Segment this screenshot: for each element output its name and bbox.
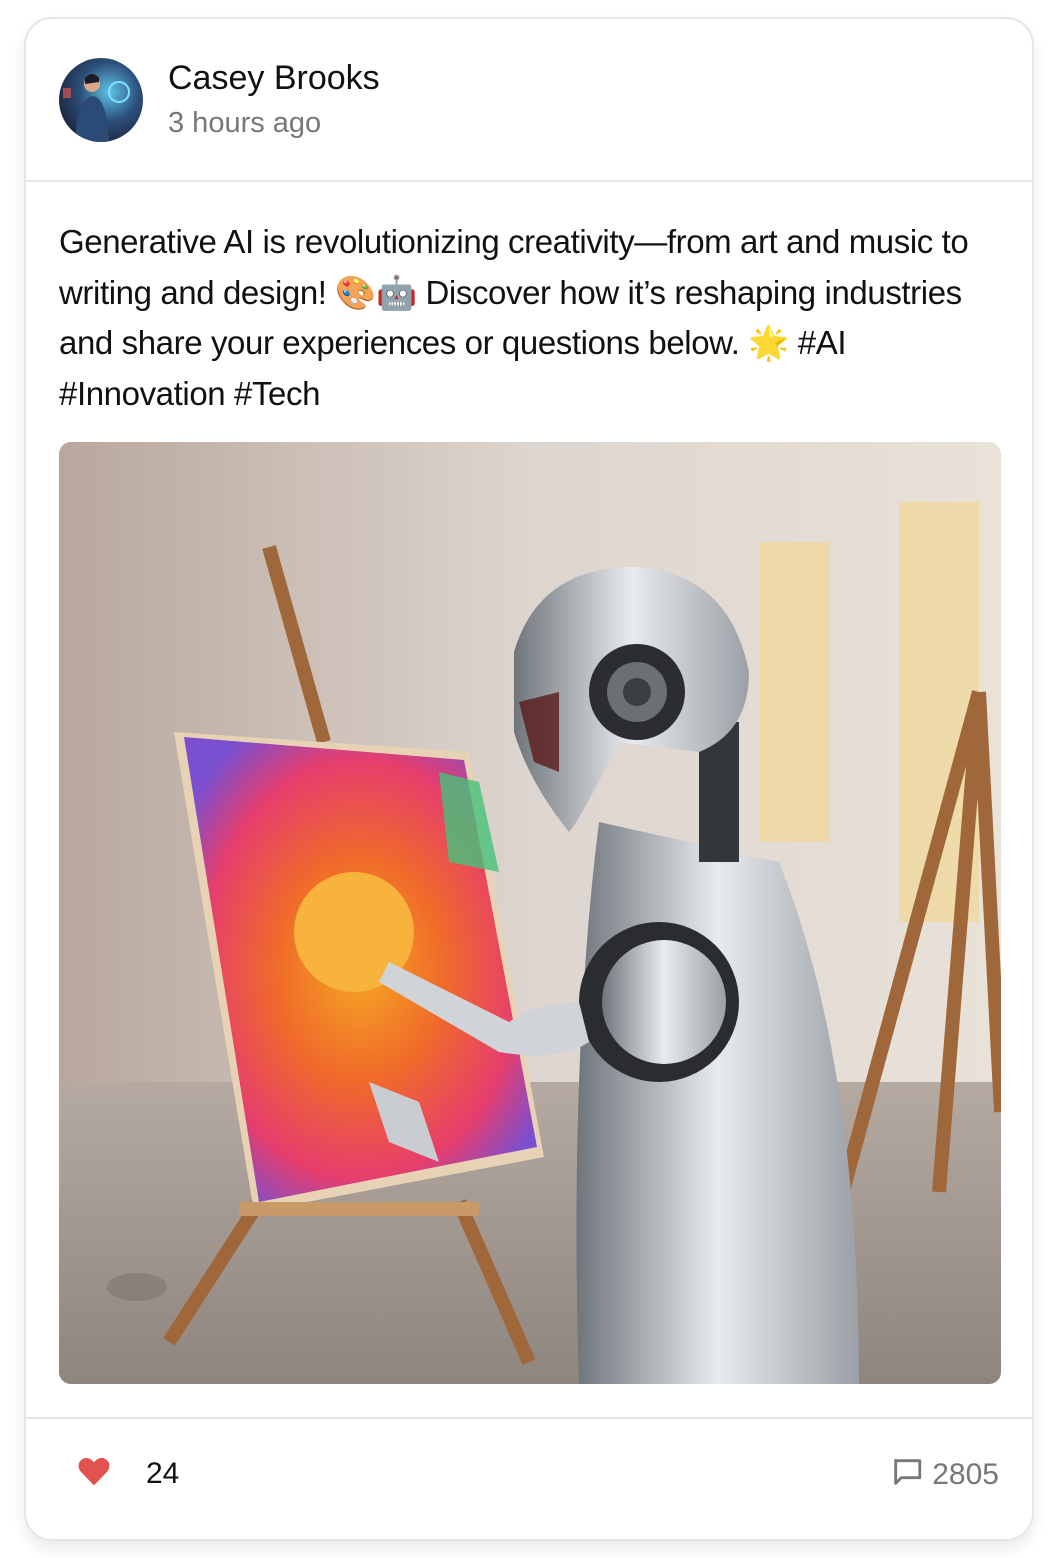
avatar[interactable] — [59, 58, 143, 142]
comment-button[interactable]: 2805 — [890, 1455, 999, 1494]
author-name[interactable]: Casey Brooks — [168, 59, 380, 98]
like-button[interactable]: 24 — [76, 1455, 179, 1492]
like-count: 24 — [146, 1456, 180, 1490]
post-card: Casey Brooks 3 hours ago Generative AI i… — [24, 17, 1034, 1541]
post-timestamp: 3 hours ago — [168, 107, 322, 139]
comment-count: 2805 — [932, 1457, 999, 1491]
comment-icon — [890, 1455, 924, 1494]
heart-icon — [76, 1455, 112, 1492]
post-image[interactable] — [59, 442, 1001, 1384]
post-footer: 24 2805 — [26, 1417, 1032, 1539]
post-header: Casey Brooks 3 hours ago — [26, 19, 1032, 182]
post-text: Generative AI is revolutionizing creativ… — [59, 223, 969, 412]
